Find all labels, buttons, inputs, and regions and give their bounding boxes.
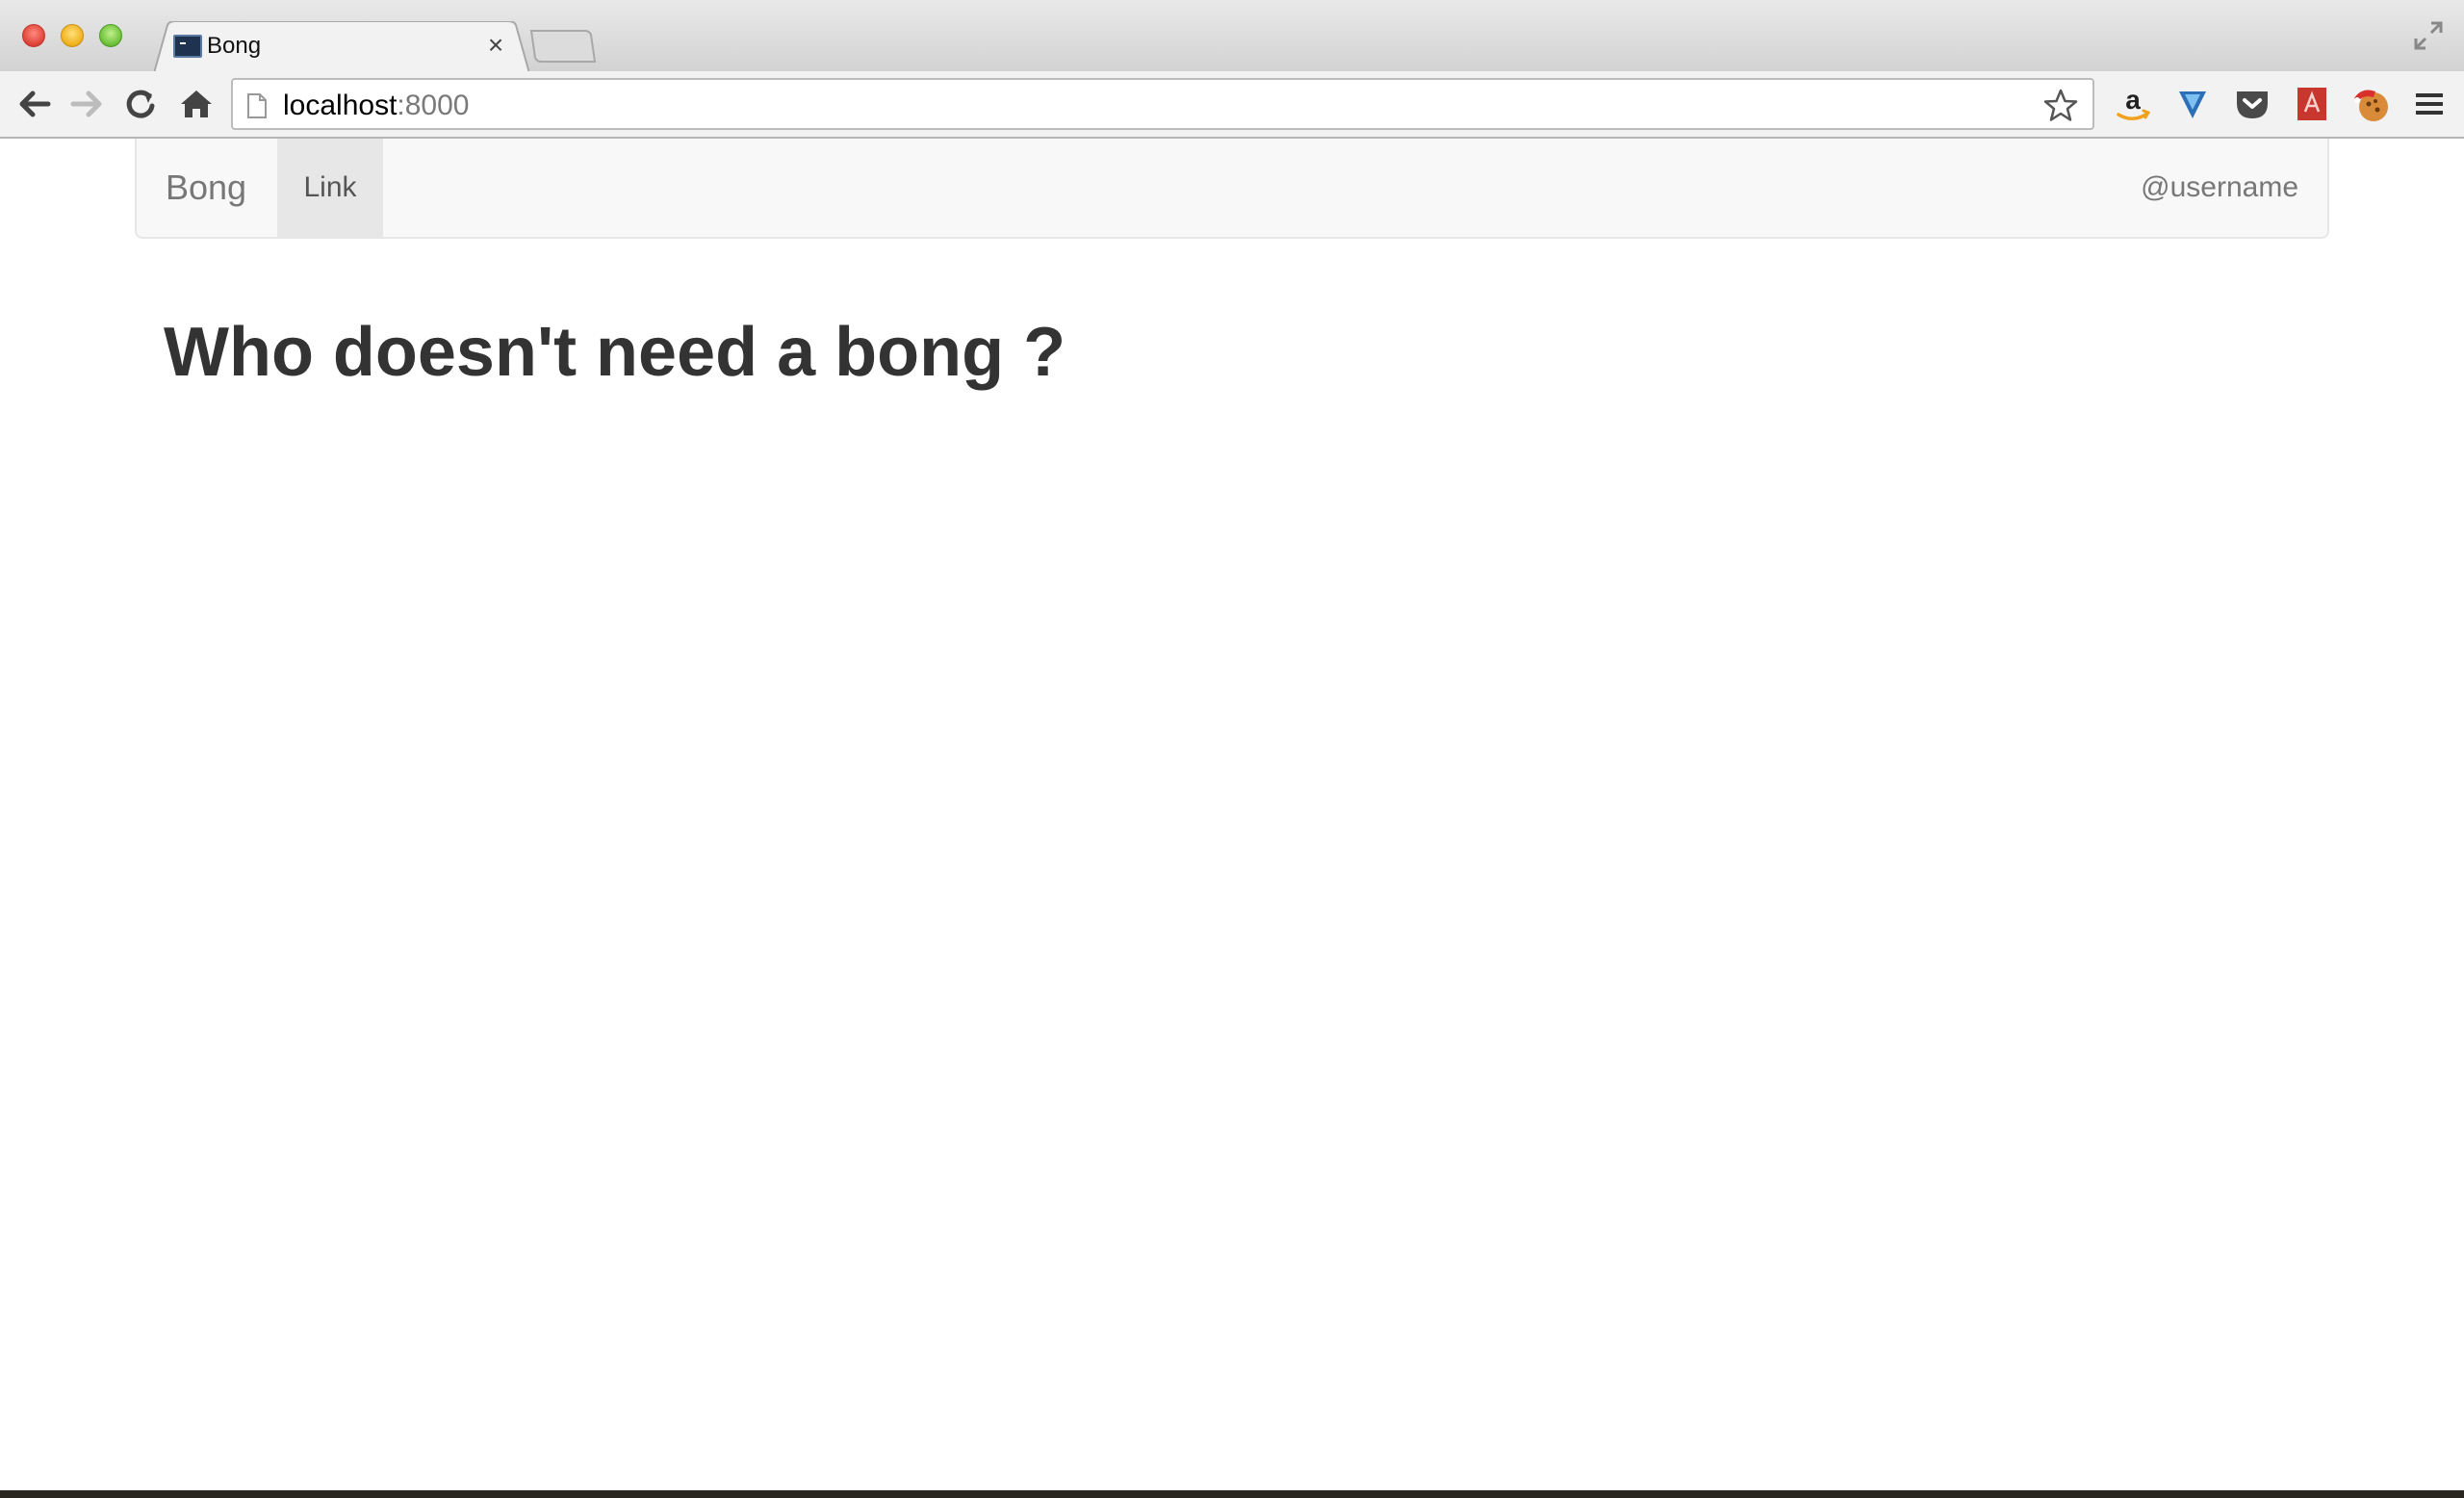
site-navbar: Bong Link @username [135,139,2329,239]
window-zoom-button[interactable] [99,24,122,47]
url-host: localhost [283,90,398,121]
window-close-button[interactable] [22,24,45,47]
reload-icon[interactable] [117,83,164,125]
forward-arrow-icon[interactable] [64,83,110,125]
browser-window: Bong × localhost:8000 a Bong Link @usern… [0,0,2464,1490]
back-arrow-icon[interactable] [12,83,58,125]
nav-username[interactable]: @username [2141,139,2298,237]
address-bar[interactable]: localhost:8000 [231,78,2094,130]
nav-link[interactable]: Link [277,139,383,237]
svg-text:a: a [2125,85,2141,115]
star-icon[interactable] [2042,88,2079,124]
web-page: Bong Link @username Who doesn't need a b… [0,139,2464,1490]
window-minimize-button[interactable] [61,24,84,47]
tab-close-icon[interactable]: × [481,31,510,60]
navbar-brand[interactable]: Bong [166,168,246,208]
terminal-favicon-icon [173,35,202,58]
tab-strip: Bong × [0,0,2464,73]
new-tab-button[interactable] [529,29,597,64]
hamburger-menu-icon[interactable] [2408,83,2451,125]
home-icon[interactable] [173,83,219,125]
browser-tab[interactable]: Bong × [154,21,529,73]
pocket-icon[interactable] [2231,83,2273,125]
browser-toolbar: localhost:8000 a [0,71,2464,139]
page-heading: Who doesn't need a bong ? [164,314,1066,391]
pdf-icon[interactable] [2291,83,2333,125]
amazon-icon[interactable]: a [2112,83,2154,125]
page-icon [247,93,267,118]
fullscreen-icon[interactable] [2412,19,2445,52]
ghostery-icon[interactable] [2171,83,2214,125]
cookie-icon[interactable] [2350,83,2393,125]
url-port: :8000 [397,90,470,121]
tab-title: Bong [207,33,262,59]
url-text: localhost:8000 [283,90,469,122]
